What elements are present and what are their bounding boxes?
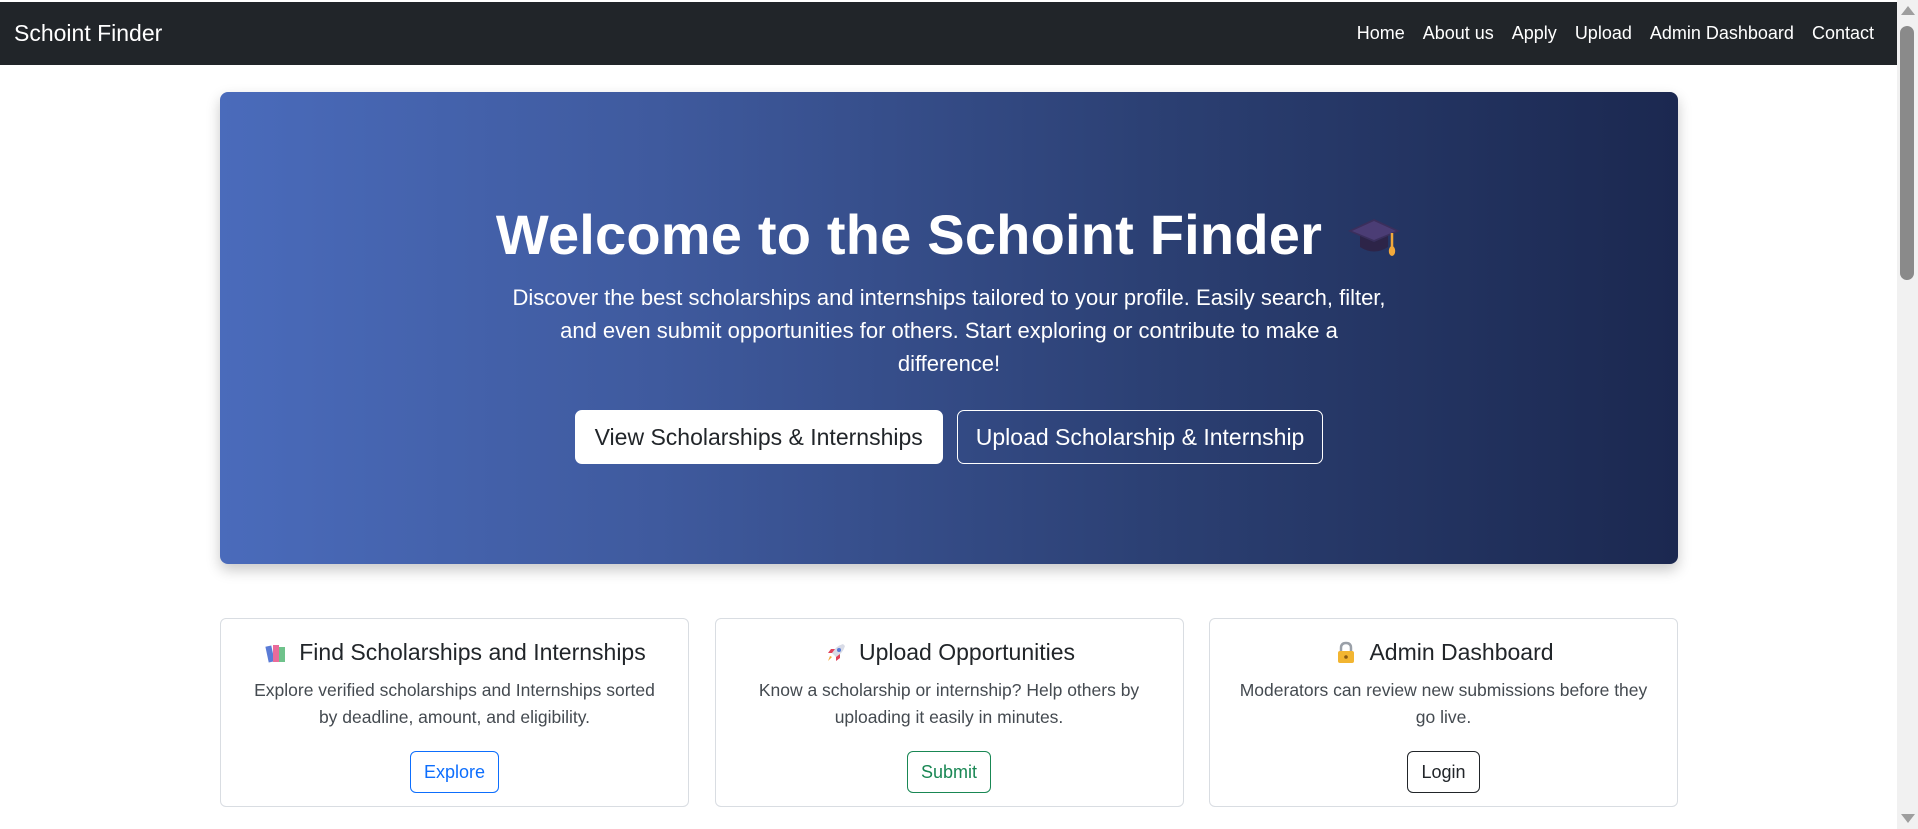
nav-link-upload[interactable]: Upload — [1566, 23, 1641, 44]
card-description: Moderators can review new submissions be… — [1239, 680, 1648, 727]
feature-cards: Find Scholarships and Internships Explor… — [220, 618, 1678, 807]
card-upload: Upload Opportunities Know a scholarship … — [714, 618, 1184, 807]
nav-link-contact[interactable]: Contact — [1803, 23, 1883, 44]
navbar: Schoint Finder Home About us Apply Uploa… — [0, 2, 1897, 65]
card-title: Upload Opportunities — [823, 639, 1075, 666]
upload-scholarship-button[interactable]: Upload Scholarship & Internship — [956, 410, 1324, 464]
hero-banner: Welcome to the Schoint Finder Discover t… — [220, 92, 1678, 564]
nav-links: Home About us Apply Upload Admin Dashboa… — [1348, 23, 1883, 44]
nav-link-about[interactable]: About us — [1414, 23, 1503, 44]
scroll-down-arrow-icon[interactable] — [1901, 814, 1915, 823]
rocket-icon — [827, 643, 845, 661]
scrollbar-thumb[interactable] — [1900, 26, 1914, 280]
page: Schoint Finder Home About us Apply Uploa… — [0, 0, 1918, 829]
card-find: Find Scholarships and Internships Explor… — [220, 618, 689, 807]
card-admin: Admin Dashboard Moderators can review ne… — [1209, 618, 1678, 807]
books-icon — [265, 644, 286, 662]
nav-link-apply[interactable]: Apply — [1503, 23, 1566, 44]
card-title: Admin Dashboard — [1333, 639, 1554, 666]
brand-link[interactable]: Schoint Finder — [14, 20, 162, 47]
card-description: Know a scholarship or internship? Help o… — [758, 680, 1140, 727]
card-description: Explore verified scholarships and Intern… — [254, 680, 655, 727]
view-scholarships-button[interactable]: View Scholarships & Internships — [574, 410, 943, 464]
graduation-cap-icon — [1348, 218, 1401, 256]
card-title-text: Upload Opportunities — [858, 639, 1076, 665]
vertical-scrollbar[interactable] — [1897, 0, 1918, 829]
card-title-text: Admin Dashboard — [1369, 639, 1554, 665]
card-title-text: Find Scholarships and Internships — [299, 639, 646, 665]
scroll-up-arrow-icon[interactable] — [1901, 6, 1915, 15]
lock-icon — [1338, 641, 1355, 663]
login-button[interactable]: Login — [1407, 751, 1480, 793]
explore-button[interactable]: Explore — [409, 751, 500, 793]
nav-link-home[interactable]: Home — [1348, 23, 1414, 44]
card-title: Find Scholarships and Internships — [263, 639, 646, 666]
hero-heading: Welcome to the Schoint Finder — [496, 202, 1402, 267]
hero-buttons: View Scholarships & Internships Upload S… — [574, 410, 1324, 464]
hero-description: Discover the best scholarships and inter… — [512, 285, 1386, 376]
hero-title: Welcome to the Schoint Finder — [495, 203, 1323, 266]
nav-link-admin-dashboard[interactable]: Admin Dashboard — [1641, 23, 1803, 44]
submit-button[interactable]: Submit — [906, 751, 992, 793]
